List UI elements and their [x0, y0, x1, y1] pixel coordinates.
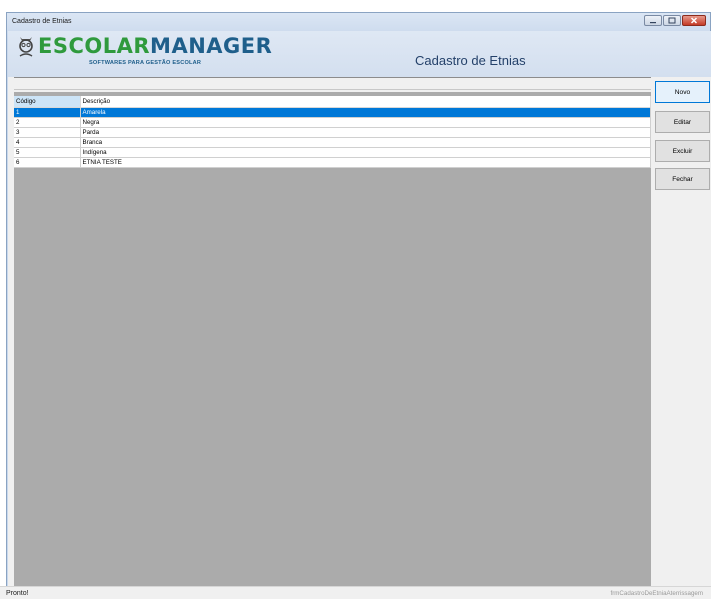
cell-codigo[interactable]: 6: [14, 157, 81, 168]
cell-descricao[interactable]: ETNIA TESTE: [80, 157, 651, 168]
cell-codigo[interactable]: 4: [14, 137, 81, 148]
table-row[interactable]: 1 Amarela: [14, 107, 651, 118]
column-header-codigo[interactable]: Código: [14, 96, 81, 108]
window-controls: [644, 15, 706, 26]
cell-descricao[interactable]: Indígena: [80, 147, 651, 158]
logo-word-manager: MANAGER: [150, 34, 273, 58]
maximize-button[interactable]: [663, 15, 681, 26]
app-window: Cadastro de Etnias ESCOLARMANAGER SOFTWA…: [6, 12, 711, 599]
cell-descricao[interactable]: Negra: [80, 117, 651, 128]
content-area: Código Descrição 1 Amarela 2 Negra 3 Parda 4 Br…: [8, 77, 711, 599]
table-row[interactable]: 2 Negra: [14, 117, 651, 128]
table-row[interactable]: 4 Branca: [14, 137, 651, 148]
cell-codigo[interactable]: 2: [14, 117, 81, 128]
status-text: Pronto!: [6, 590, 29, 597]
etnias-table: Código Descrição 1 Amarela 2 Negra 3 Parda 4 Br…: [14, 96, 651, 168]
owl-mascot-icon: [16, 34, 36, 64]
close-icon: [690, 17, 698, 24]
table-row[interactable]: 5 Indígena: [14, 147, 651, 158]
cell-codigo[interactable]: 3: [14, 127, 81, 138]
minimize-icon: [649, 18, 657, 24]
fechar-button[interactable]: Fechar: [655, 168, 710, 190]
escolar-manager-logo: ESCOLARMANAGER SOFTWARES PARA GESTÃO ESC…: [16, 34, 272, 74]
grid-filter-bar: [14, 78, 651, 92]
form-header: ESCOLARMANAGER SOFTWARES PARA GESTÃO ESC…: [8, 31, 711, 77]
cell-descricao[interactable]: Amarela: [80, 107, 651, 118]
status-bar: Pronto! frmCadastroDeEtniaAterrissagem: [0, 586, 711, 599]
form-title: Cadastro de Etnias: [415, 53, 526, 68]
logo-word-escolar: ESCOLAR: [38, 34, 151, 58]
table-row[interactable]: 3 Parda: [14, 127, 651, 138]
editar-button[interactable]: Editar: [655, 111, 710, 133]
logo-tagline: SOFTWARES PARA GESTÃO ESCOLAR: [89, 60, 202, 66]
minimize-button[interactable]: [644, 15, 662, 26]
etnias-grid[interactable]: Código Descrição 1 Amarela 2 Negra 3 Parda 4 Br…: [14, 77, 651, 599]
cell-codigo[interactable]: 1: [14, 107, 81, 118]
maximize-icon: [668, 17, 676, 24]
window-title: Cadastro de Etnias: [12, 18, 72, 25]
novo-button[interactable]: Novo: [655, 81, 710, 103]
table-row[interactable]: 6 ETNIA TESTE: [14, 157, 651, 168]
cell-descricao[interactable]: Branca: [80, 137, 651, 148]
form-name-label: frmCadastroDeEtniaAterrissagem: [610, 590, 703, 597]
cell-descricao[interactable]: Parda: [80, 127, 651, 138]
cell-codigo[interactable]: 5: [14, 147, 81, 158]
logo-wordmark: ESCOLARMANAGER: [38, 34, 272, 58]
table-header-row: Código Descrição: [14, 96, 651, 108]
excluir-button[interactable]: Excluir: [655, 140, 710, 162]
column-header-descricao[interactable]: Descrição: [80, 96, 651, 108]
close-button[interactable]: [682, 15, 706, 26]
